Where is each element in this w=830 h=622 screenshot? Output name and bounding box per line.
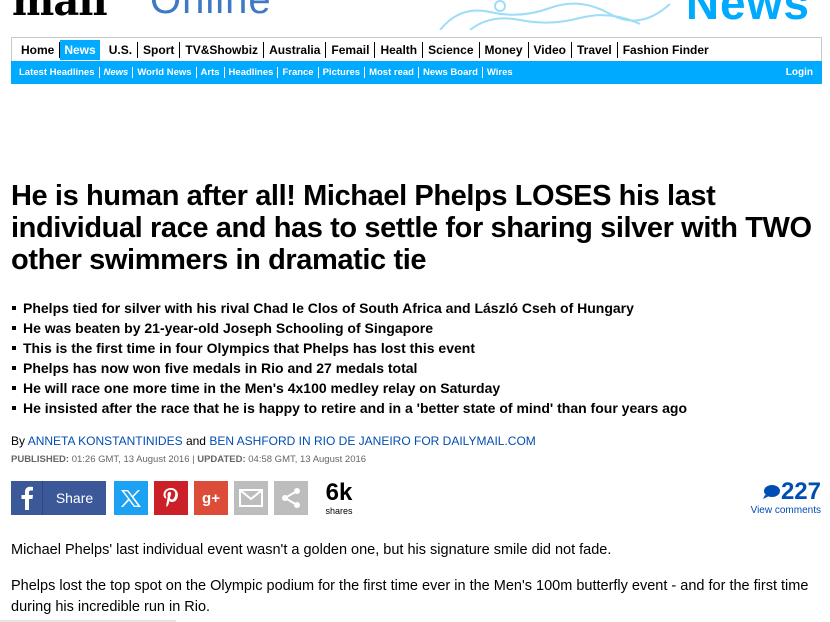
nav-item-home[interactable]: Home — [16, 41, 61, 58]
twitter-share-button[interactable] — [114, 481, 148, 515]
facebook-share-button[interactable]: Share — [11, 481, 106, 515]
summary-bullet: Phelps tied for silver with his rival Ch… — [11, 298, 821, 318]
secondary-nav: Latest Headlines News World News Arts Headli… — [11, 61, 822, 84]
nav-item-australia[interactable]: Australia — [264, 41, 327, 58]
login-link[interactable]: Login — [782, 67, 817, 78]
masthead-decoration — [439, 0, 671, 30]
updated-label: UPDATED: — [197, 454, 246, 465]
subnav-item-news-board[interactable]: News Board — [419, 67, 483, 78]
subnav-item-arts[interactable]: Arts — [197, 67, 225, 78]
subnav-item-wires[interactable]: Wires — [483, 67, 517, 78]
summary-bullet: Phelps has now won five medals in Rio an… — [11, 358, 821, 378]
googleplus-icon: g+ — [202, 489, 220, 507]
primary-nav: Home News U.S. Sport TV&Showbiz Australia Fema… — [11, 37, 822, 61]
share-icon — [282, 488, 300, 508]
author-link-2[interactable]: BEN ASHFORD IN RIO DE JANEIRO FOR DAILYM… — [209, 434, 536, 448]
nav-item-science[interactable]: Science — [423, 41, 480, 58]
nav-item-femail[interactable]: Femail — [326, 41, 376, 58]
author-link-1[interactable]: ANNETA KONSTANTINIDES — [28, 434, 183, 448]
summary-bullet: This is the first time in four Olympics … — [11, 338, 821, 358]
nav-item-money[interactable]: Money — [480, 41, 529, 58]
subnav-item-france[interactable]: France — [278, 67, 319, 78]
nav-item-sport[interactable]: Sport — [138, 41, 181, 58]
published-label: PUBLISHED: — [11, 454, 70, 465]
nav-item-news[interactable]: News — [60, 39, 100, 60]
article-paragraph: Michael Phelps' last individual event wa… — [11, 542, 612, 558]
share-count-label: shares — [325, 506, 353, 516]
share-bar: Share g+ 6k shares 227 View comments — [11, 478, 821, 517]
section-title: News — [685, 0, 810, 29]
subnav-item-latest-headlines[interactable]: Latest Headlines — [15, 67, 100, 78]
article-headline: He is human after all! Michael Phelps LO… — [11, 180, 812, 276]
nav-item-video[interactable]: Video — [529, 41, 572, 58]
nav-item-health[interactable]: Health — [375, 41, 424, 58]
article-summary-bullets: Phelps tied for silver with his rival Ch… — [11, 298, 821, 418]
twitter-icon — [121, 490, 141, 507]
updated-value: 04:58 GMT, 13 August 2016 — [245, 454, 367, 465]
subnav-item-pictures[interactable]: Pictures — [319, 67, 366, 78]
nav-item-travel[interactable]: Travel — [572, 41, 618, 58]
pinterest-share-button[interactable] — [154, 481, 188, 515]
site-logo[interactable]: mail — [12, 0, 108, 25]
comment-bubble-icon — [762, 485, 780, 499]
comments-link[interactable]: 227 View comments — [750, 478, 821, 517]
subnav-item-most-read[interactable]: Most read — [365, 67, 419, 78]
facebook-icon — [11, 481, 43, 515]
byline-joiner: and — [182, 434, 210, 448]
summary-bullet: He was beaten by 21-year-old Joseph Scho… — [11, 318, 821, 338]
site-logo-suffix[interactable]: Online — [150, 0, 272, 23]
byline-prefix: By — [11, 434, 28, 448]
mail-icon — [239, 489, 263, 507]
article-paragraph: Phelps lost the top spot on the Olympic … — [11, 578, 809, 615]
subnav-item-world-news[interactable]: World News — [133, 67, 197, 78]
facebook-share-label: Share — [55, 490, 94, 506]
summary-bullet: He insisted after the race that he is ha… — [11, 398, 821, 418]
nav-item-tv-showbiz[interactable]: TV&Showbiz — [180, 41, 265, 58]
byline: By ANNETA KONSTANTINIDES and BEN ASHFORD… — [11, 434, 536, 448]
nav-item-u-s[interactable]: U.S. — [104, 41, 139, 58]
comment-count: 227 — [780, 478, 821, 505]
summary-bullet: He will race one more time in the Men's … — [11, 378, 821, 398]
subnav-item-news[interactable]: News — [100, 67, 134, 78]
nav-item-fashion-finder[interactable]: Fashion Finder — [618, 42, 714, 58]
subnav-item-headlines[interactable]: Headlines — [225, 67, 279, 78]
email-share-button[interactable] — [234, 481, 268, 515]
published-value: 01:26 GMT, 13 August 2016 | — [69, 454, 198, 465]
share-count: 6k shares — [319, 479, 359, 517]
pinterest-icon — [163, 488, 178, 507]
share-count-number: 6k — [325, 479, 353, 506]
masthead: mail Online News — [0, 0, 830, 30]
dateline: PUBLISHED: 01:26 GMT, 13 August 2016 | U… — [11, 454, 366, 465]
googleplus-share-button[interactable]: g+ — [194, 481, 228, 515]
view-comments-label: View comments — [750, 505, 821, 516]
more-share-button[interactable] — [274, 481, 308, 515]
